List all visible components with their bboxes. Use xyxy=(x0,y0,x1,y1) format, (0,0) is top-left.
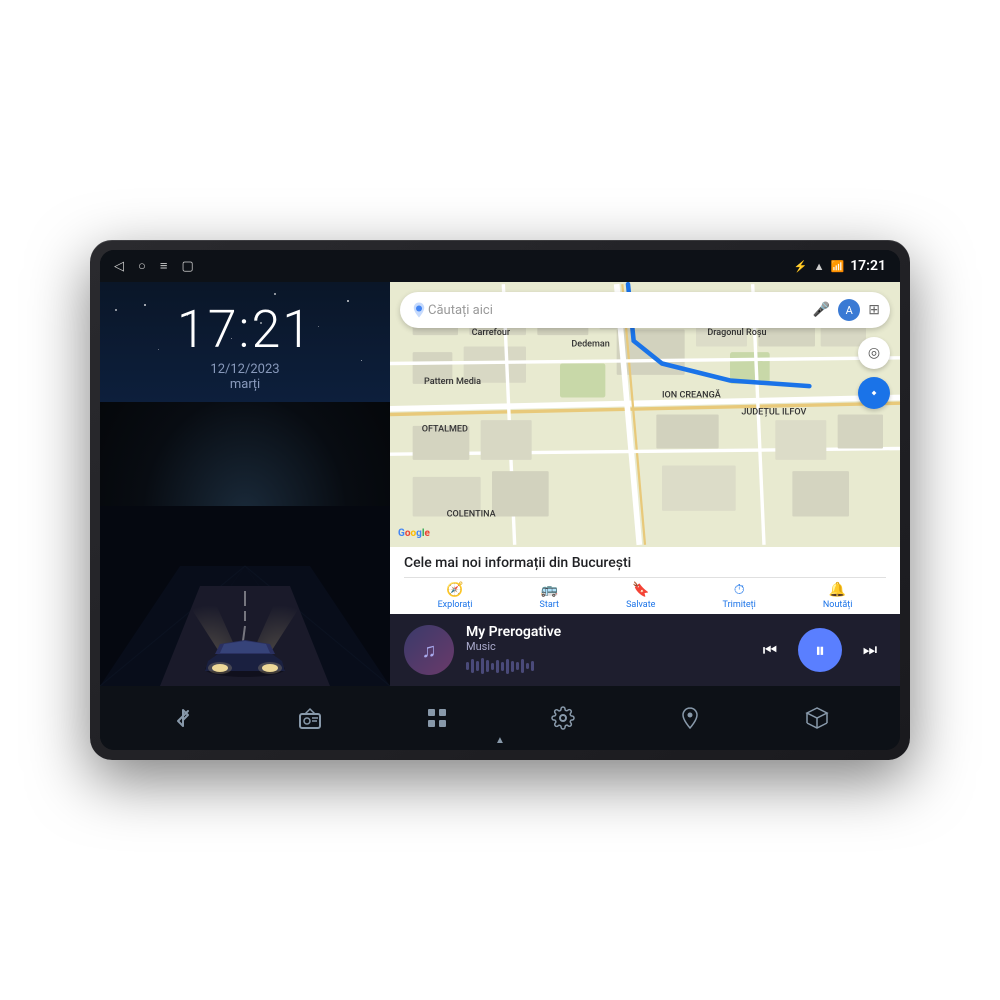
tab-noutăți-label: Noutăți xyxy=(823,600,853,610)
mic-icon[interactable]: 🎤 xyxy=(813,302,830,318)
location-btn[interactable]: ◎ xyxy=(858,337,890,369)
waveform-bar-2 xyxy=(471,659,474,673)
music-waveform xyxy=(466,656,742,676)
cube-button[interactable] xyxy=(795,696,839,740)
grid-icon[interactable]: ⊞ xyxy=(868,302,880,318)
screen: ◁ ○ ≡ ▢ ⚡ ▲ 📶 17:21 xyxy=(100,250,900,750)
maps-pin-icon xyxy=(410,301,428,319)
nav-recent-icon[interactable]: ▢ xyxy=(181,259,193,274)
nav-menu-icon[interactable]: ≡ xyxy=(160,258,168,274)
car-svg xyxy=(100,506,390,686)
svg-text:JUDEȚUL ILFOV: JUDEȚUL ILFOV xyxy=(741,408,806,418)
waveform-bar-14 xyxy=(531,661,534,671)
nav-back-icon[interactable]: ◁ xyxy=(114,259,124,274)
radio-icon xyxy=(298,706,322,730)
map-area[interactable]: Pattern Media Carrefour Dragonul Roșu De… xyxy=(390,282,900,547)
waveform-bar-6 xyxy=(491,663,494,670)
bluetooth-button[interactable] xyxy=(161,696,205,740)
waveform-bar-8 xyxy=(501,662,504,671)
waveform-bar-9 xyxy=(506,659,509,674)
tab-salvate[interactable]: 🔖 Salvate xyxy=(626,582,655,610)
music-player: ♫ My Prerogative Music xyxy=(390,614,900,686)
music-info: My Prerogative Music xyxy=(466,624,742,676)
map-controls: ◎ ⬩ xyxy=(858,337,890,409)
svg-text:COLENTINA: COLENTINA xyxy=(447,510,496,520)
music-controls: ⏮ ⏸ ⏭ xyxy=(754,628,886,672)
news-icon: 🔔 xyxy=(829,582,846,598)
settings-button[interactable] xyxy=(541,696,585,740)
waveform-bar-3 xyxy=(476,661,479,671)
start-icon: 🚌 xyxy=(541,582,558,598)
wifi-icon: ▲ xyxy=(814,260,825,273)
info-title: Cele mai noi informații din București xyxy=(404,555,886,571)
nav-home-icon[interactable]: ○ xyxy=(138,258,146,274)
nav-buttons: ◁ ○ ≡ ▢ xyxy=(114,258,194,274)
music-subtitle: Music xyxy=(466,640,742,653)
tab-explorați-label: Explorați xyxy=(438,600,473,610)
tab-start[interactable]: 🚌 Start xyxy=(540,582,559,610)
left-panel: 17:21 12/12/2023 marți xyxy=(100,282,390,686)
svg-text:Dedeman: Dedeman xyxy=(571,340,610,350)
cube-icon xyxy=(805,706,829,730)
navigate-btn[interactable]: ⬩ xyxy=(858,377,890,409)
main-content: 17:21 12/12/2023 marți xyxy=(100,282,900,686)
album-art: ♫ xyxy=(404,625,454,675)
svg-text:Dragonul Roșu: Dragonul Roșu xyxy=(707,328,766,338)
svg-text:Carrefour: Carrefour xyxy=(472,328,511,338)
music-title: My Prerogative xyxy=(466,624,742,640)
google-logo: Google xyxy=(398,528,430,539)
device: ◁ ○ ≡ ▢ ⚡ ▲ 📶 17:21 xyxy=(90,240,910,760)
tab-noutăți[interactable]: 🔔 Noutăți xyxy=(823,582,853,610)
tab-trimiteți[interactable]: ⏱ Trimiteți xyxy=(723,582,756,610)
info-bar: Cele mai noi informații din București 🧭 … xyxy=(390,547,900,614)
waveform-bar-12 xyxy=(521,659,524,673)
right-panel: Pattern Media Carrefour Dragonul Roșu De… xyxy=(390,282,900,686)
explore-icon: 🧭 xyxy=(446,582,463,598)
settings-icon xyxy=(551,706,575,730)
maps-button[interactable] xyxy=(668,696,712,740)
map-search-actions: 🎤 A ⊞ xyxy=(813,299,880,321)
swipe-up-arrow: ▲ xyxy=(495,735,505,746)
svg-text:Pattern Media: Pattern Media xyxy=(424,377,481,387)
album-art-icon: ♫ xyxy=(422,638,437,663)
info-tabs: 🧭 Explorați 🚌 Start 🔖 Salvate ⏱ xyxy=(404,577,886,610)
waveform-bar-4 xyxy=(481,658,484,674)
tab-salvate-label: Salvate xyxy=(626,600,655,610)
car-scene xyxy=(100,402,390,686)
bluetooth-status-icon: ⚡ xyxy=(794,260,808,273)
signal-icon: 📶 xyxy=(830,260,844,273)
status-icons: ⚡ ▲ 📶 17:21 xyxy=(794,258,886,274)
map-search-placeholder[interactable]: Căutați aici xyxy=(428,303,813,318)
waveform-bar-5 xyxy=(486,660,489,672)
waveform-bar-7 xyxy=(496,660,499,673)
status-bar: ◁ ○ ≡ ▢ ⚡ ▲ 📶 17:21 xyxy=(100,250,900,282)
apps-icon xyxy=(425,706,449,730)
status-time: 17:21 xyxy=(850,258,886,274)
bottom-bar: ▲ xyxy=(100,686,900,750)
tab-trimiteți-label: Trimiteți xyxy=(723,600,756,610)
tab-explorați[interactable]: 🧭 Explorați xyxy=(438,582,473,610)
waveform-bar-10 xyxy=(511,661,514,672)
waveform-bar-11 xyxy=(516,662,519,670)
tab-start-label: Start xyxy=(540,600,559,610)
svg-text:ION CREANGĂ: ION CREANGĂ xyxy=(662,389,721,401)
bluetooth-icon xyxy=(171,706,195,730)
waveform-bar-13 xyxy=(526,663,529,669)
svg-text:OFTALMED: OFTALMED xyxy=(422,425,468,435)
radio-button[interactable] xyxy=(288,696,332,740)
next-button[interactable]: ⏭ xyxy=(854,634,886,666)
share-icon: ⏱ xyxy=(734,582,745,598)
profile-icon[interactable]: A xyxy=(838,299,860,321)
play-pause-button[interactable]: ⏸ xyxy=(798,628,842,672)
saved-icon: 🔖 xyxy=(632,582,649,598)
prev-button[interactable]: ⏮ xyxy=(754,634,786,666)
waveform-bar-1 xyxy=(466,662,469,670)
maps-nav-icon xyxy=(678,706,702,730)
map-search-bar[interactable]: Căutați aici 🎤 A ⊞ xyxy=(400,292,890,328)
apps-button[interactable] xyxy=(415,696,459,740)
